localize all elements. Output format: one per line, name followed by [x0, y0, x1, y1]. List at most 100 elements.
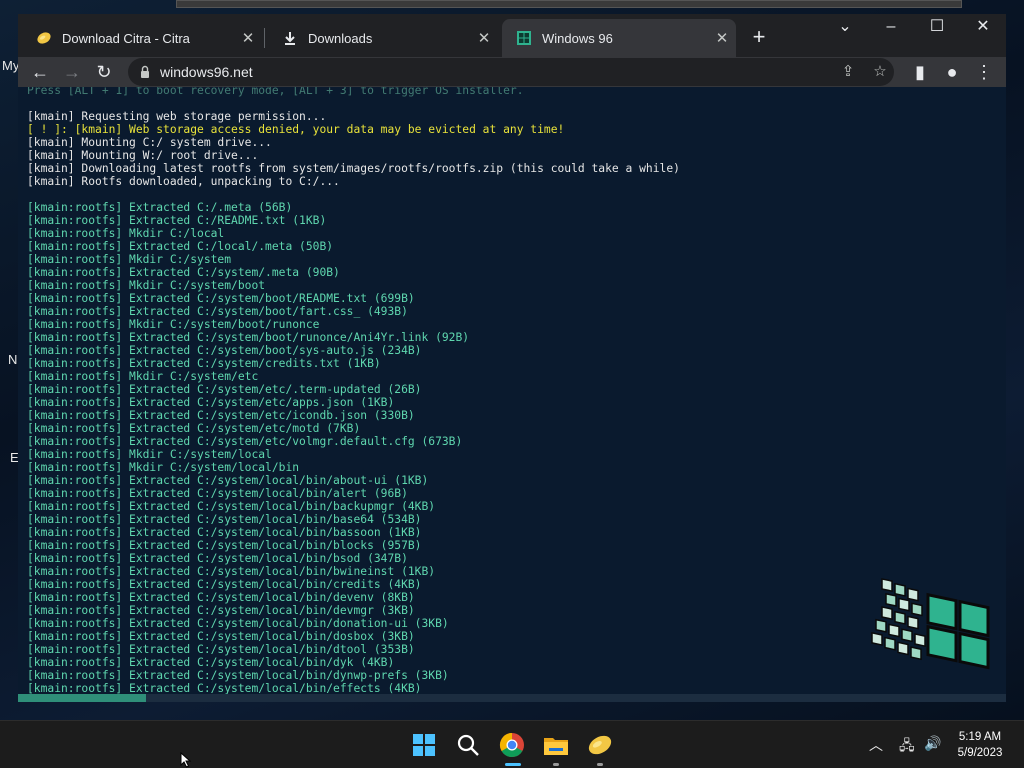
terminal-line: [kmain:rootfs] Extracted C:/system/local… [27, 591, 415, 604]
terminal-line: [kmain:rootfs] Extracted C:/.meta (56B) [27, 201, 293, 214]
close-icon[interactable]: ✕ [234, 29, 262, 47]
terminal-line: [kmain:rootfs] Mkdir C:/system/boot [27, 279, 266, 292]
menu-kebab-icon[interactable]: ⋮ [970, 59, 998, 85]
page-viewport[interactable]: Press [ALT + 1] to boot recovery mode, [… [18, 87, 1006, 702]
desktop-icon-label[interactable]: My [2, 58, 19, 73]
terminal-line: [kmain:rootfs] Extracted C:/system/local… [27, 474, 429, 487]
terminal-line: [kmain:rootfs] Extracted C:/system/local… [27, 487, 408, 500]
boot-progress-bar [18, 694, 1006, 702]
terminal-line: [kmain] Mounting C:/ system drive... [27, 136, 272, 149]
terminal-line: [kmain:rootfs] Extracted C:/system/boot/… [27, 344, 422, 357]
browser-window: Download Citra - Citra ✕ Downloads ✕ Win… [18, 14, 1006, 702]
tab-strip: Download Citra - Citra ✕ Downloads ✕ Win… [18, 14, 1006, 57]
download-icon [285, 32, 295, 45]
terminal-line: [kmain:rootfs] Mkdir C:/system/local/bin [27, 461, 300, 474]
close-icon[interactable]: ✕ [470, 29, 498, 47]
url-text: windows96.net [160, 64, 253, 80]
mouse-cursor-icon [180, 752, 192, 768]
active-app-indicator [505, 763, 521, 766]
terminal-line: [kmain:rootfs] Extracted C:/system/etc/i… [27, 409, 415, 422]
terminal-line: [kmain:rootfs] Extracted C:/system/local… [27, 604, 415, 617]
terminal-line: [kmain:rootfs] Extracted C:/system/local… [27, 630, 415, 643]
terminal-line: [kmain] Mounting W:/ root drive... [27, 149, 259, 162]
desktop-icon-label[interactable]: N [8, 352, 17, 367]
background-window-edge [176, 0, 962, 8]
new-tab-button[interactable]: + [746, 25, 772, 51]
terminal-line: [kmain:rootfs] Extracted C:/system/credi… [27, 357, 381, 370]
reload-button[interactable]: ↻ [90, 59, 118, 85]
lock-icon[interactable] [140, 65, 150, 79]
terminal-line: [kmain:rootfs] Extracted C:/system/etc/m… [27, 422, 361, 435]
open-app-indicator [553, 763, 559, 766]
open-app-indicator [597, 763, 603, 766]
bookmark-star-icon[interactable]: ☆ [870, 62, 890, 82]
terminal-line: [kmain:rootfs] Extracted C:/system/local… [27, 565, 436, 578]
terminal-line: [kmain:rootfs] Extracted C:/system/local… [27, 500, 436, 513]
close-icon[interactable]: ✕ [708, 29, 736, 47]
tab-windows96[interactable]: Windows 96 ✕ [502, 19, 736, 57]
terminal-line: [kmain:rootfs] Extracted C:/system/etc/a… [27, 396, 395, 409]
start-icon[interactable] [410, 731, 438, 759]
terminal-line: [kmain:rootfs] Mkdir C:/system/boot/runo… [27, 318, 320, 331]
taskbar: ︿ 🖧 🔊 5:19 AM 5/9/2023 [0, 720, 1024, 768]
terminal-line: [kmain:rootfs] Extracted C:/system/local… [27, 539, 422, 552]
tab-search-chevron-icon[interactable]: ⌄ [822, 16, 868, 42]
terminal-line: [kmain:rootfs] Mkdir C:/system/etc [27, 370, 259, 383]
chrome-icon[interactable] [498, 731, 526, 759]
forward-button[interactable]: → [58, 59, 86, 85]
close-window-button[interactable]: ✕ [960, 16, 1006, 42]
citra-icon[interactable] [586, 731, 614, 759]
terminal-line: [kmain:rootfs] Extracted C:/README.txt (… [27, 214, 327, 227]
browser-toolbar: ← → ↻ windows96.net ⇪ ☆ ▮ ● ⋮ [18, 57, 1006, 87]
tab-download-citra[interactable]: Download Citra - Citra ✕ [22, 19, 262, 57]
terminal-line: [kmain:rootfs] Mkdir C:/local [27, 227, 225, 240]
network-icon[interactable]: 🖧 [899, 735, 915, 759]
terminal-line: [kmain:rootfs] Extracted C:/system/local… [27, 578, 422, 591]
volume-icon[interactable]: 🔊 [924, 735, 941, 752]
clock-time: 5:19 AM [958, 731, 1002, 743]
tab-title: Windows 96 [542, 30, 613, 46]
terminal-line: Press [ALT + 1] to boot recovery mode, [… [27, 87, 524, 97]
terminal-line: [kmain:rootfs] Extracted C:/system/local… [27, 669, 449, 682]
terminal-line: [kmain:rootfs] Extracted C:/system/local… [27, 552, 408, 565]
profile-icon[interactable]: ● [938, 59, 966, 85]
maximize-button[interactable]: ☐ [914, 16, 960, 42]
terminal-line: [kmain:rootfs] Mkdir C:/system [27, 253, 232, 266]
tab-separator [264, 28, 265, 48]
file-explorer-icon[interactable] [542, 731, 570, 759]
chevron-up-icon[interactable]: ︿ [869, 735, 883, 755]
terminal-line: [kmain:rootfs] Extracted C:/system/etc/v… [27, 435, 463, 448]
terminal-line: [kmain:rootfs] Extracted C:/system/boot/… [27, 331, 470, 344]
side-panel-icon[interactable]: ▮ [906, 59, 934, 85]
terminal-line: [kmain:rootfs] Extracted C:/system/.meta… [27, 266, 340, 279]
terminal-line: [kmain:rootfs] Extracted C:/system/local… [27, 656, 395, 669]
terminal-line: [kmain] Rootfs downloaded, unpacking to … [27, 175, 340, 188]
address-bar[interactable]: windows96.net ⇪ ☆ [128, 58, 894, 86]
clock[interactable]: 5:19 AM 5/9/2023 [946, 729, 1014, 761]
terminal-line: [kmain:rootfs] Mkdir C:/system/local [27, 448, 272, 461]
tab-title: Download Citra - Citra [62, 30, 190, 46]
terminal-line: [kmain:rootfs] Extracted C:/system/local… [27, 513, 422, 526]
terminal-line: [kmain:rootfs] Extracted C:/system/local… [27, 643, 415, 656]
boot-terminal: Press [ALT + 1] to boot recovery mode, [… [27, 87, 997, 695]
terminal-line: [kmain:rootfs] Extracted C:/local/.meta … [27, 240, 334, 253]
minimize-button[interactable]: – [868, 16, 914, 42]
tab-title: Downloads [308, 30, 373, 46]
search-icon[interactable] [454, 731, 482, 759]
boot-progress-fill [18, 694, 147, 702]
terminal-line: [kmain:rootfs] Extracted C:/system/local… [27, 617, 449, 630]
terminal-line: [kmain] Requesting web storage permissio… [27, 110, 327, 123]
share-icon[interactable]: ⇪ [838, 62, 858, 82]
windows96-icon [517, 31, 531, 45]
terminal-line: [kmain:rootfs] Extracted C:/system/boot/… [27, 305, 408, 318]
terminal-line: [kmain] Downloading latest rootfs from s… [27, 162, 680, 175]
back-button[interactable]: ← [26, 59, 54, 85]
terminal-line: [ ! ]: [kmain] Web storage access denied… [27, 123, 565, 136]
tab-downloads[interactable]: Downloads ✕ [268, 19, 498, 57]
terminal-line: [kmain:rootfs] Extracted C:/system/etc/.… [27, 383, 422, 396]
windows96-logo-icon [871, 578, 990, 670]
clock-date: 5/9/2023 [957, 747, 1003, 759]
terminal-line: [kmain:rootfs] Extracted C:/system/boot/… [27, 292, 415, 305]
